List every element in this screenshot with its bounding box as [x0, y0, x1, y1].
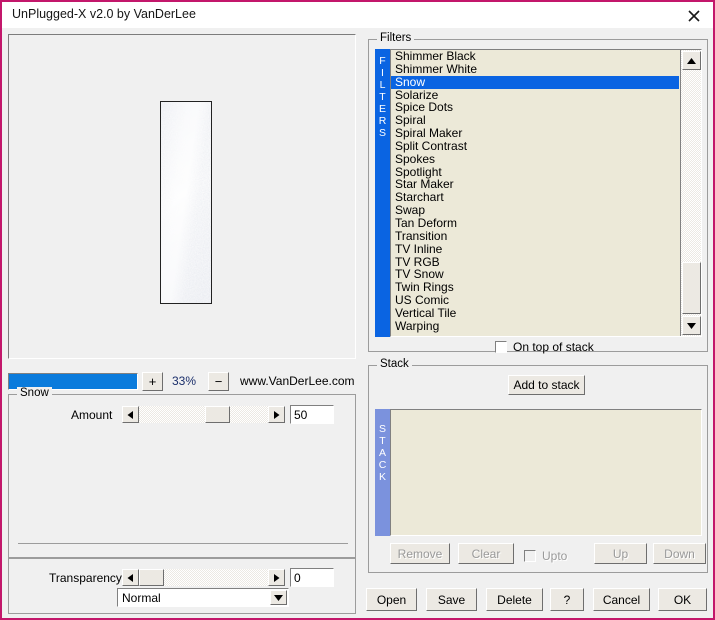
amount-label: Amount	[71, 408, 113, 422]
snow-group-label: Snow	[17, 387, 52, 399]
filter-list-item[interactable]: Shimmer Black	[391, 50, 679, 63]
amount-value-field[interactable]: 50	[290, 405, 334, 424]
application-window: UnPlugged-X v2.0 by VanDerLee + 33% − ww…	[0, 0, 715, 620]
title-bar: UnPlugged-X v2.0 by VanDerLee	[2, 2, 713, 28]
delete-button[interactable]: Delete	[486, 588, 543, 611]
save-button[interactable]: Save	[426, 588, 477, 611]
filters-vertical-label: FILTERS	[375, 49, 390, 337]
filter-list-item[interactable]: Spokes	[391, 152, 679, 166]
zoom-out-button[interactable]: −	[208, 372, 229, 391]
on-top-of-stack-row[interactable]: On top of stack	[495, 340, 594, 354]
stack-group: Stack Add to stack STACK Remove Clear Up…	[368, 358, 708, 573]
amount-slider-thumb[interactable]	[205, 406, 230, 423]
filter-list-item[interactable]: Transition	[391, 229, 679, 243]
filters-scrollbar[interactable]	[680, 50, 701, 336]
ok-button[interactable]: OK	[658, 588, 707, 611]
website-link[interactable]: www.VanDerLee.com	[240, 374, 355, 388]
remove-button[interactable]: Remove	[390, 543, 450, 564]
close-icon[interactable]	[683, 5, 705, 25]
preview-panel[interactable]	[8, 34, 356, 359]
filter-list-item[interactable]: Warping	[391, 319, 679, 333]
filter-list-item[interactable]: Tan Deform	[391, 217, 679, 230]
transparency-label: Transparency	[49, 571, 122, 585]
filters-scrollbar-thumb[interactable]	[682, 262, 701, 314]
filters-listbox[interactable]: Shimmer Black Shimmer White Snow Solarize Sp…	[390, 49, 702, 337]
transparency-value-field[interactable]: 0	[290, 568, 334, 587]
zoom-in-button[interactable]: +	[142, 372, 163, 391]
filter-list-item[interactable]: Vertical Tile	[391, 307, 679, 320]
add-to-stack-button[interactable]: Add to stack	[508, 375, 585, 395]
snow-settings-group: Snow Amount 50	[8, 387, 356, 559]
amount-slider-right-arrow[interactable]	[268, 406, 285, 423]
transparency-slider-left-arrow[interactable]	[122, 569, 139, 586]
filter-list-item[interactable]: Snow	[391, 75, 679, 89]
move-up-button[interactable]: Up	[594, 543, 647, 564]
filter-list-item[interactable]: Spice Dots	[391, 101, 679, 114]
window-title: UnPlugged-X v2.0 by VanDerLee	[12, 7, 196, 21]
filters-group-label: Filters	[377, 32, 415, 44]
preview-image	[160, 101, 212, 304]
chevron-down-icon[interactable]	[270, 590, 287, 605]
stack-group-label: Stack	[377, 358, 412, 370]
filter-list-item[interactable]: US Comic	[391, 294, 679, 307]
upto-checkbox[interactable]	[524, 550, 536, 562]
on-top-of-stack-label: On top of stack	[513, 340, 594, 354]
upto-label: Upto	[542, 549, 568, 563]
transparency-slider-right-arrow[interactable]	[268, 569, 285, 586]
open-button[interactable]: Open	[366, 588, 417, 611]
stack-vertical-label: STACK	[375, 409, 390, 536]
clear-button[interactable]: Clear	[458, 543, 514, 564]
cancel-button[interactable]: Cancel	[593, 588, 650, 611]
stack-listbox[interactable]	[390, 409, 702, 536]
snow-divider	[18, 543, 348, 544]
transparency-slider-thumb[interactable]	[139, 569, 164, 586]
filter-list-item[interactable]: Shimmer White	[391, 62, 679, 76]
filters-item-container: Shimmer Black Shimmer White Snow Solarize Sp…	[391, 50, 679, 333]
move-down-button[interactable]: Down	[653, 543, 706, 564]
help-button[interactable]: ?	[550, 588, 584, 611]
amount-slider-track[interactable]	[139, 406, 268, 423]
filter-list-item[interactable]: Split Contrast	[391, 140, 679, 153]
blend-mode-dropdown[interactable]: Normal	[117, 588, 289, 607]
on-top-of-stack-checkbox[interactable]	[495, 341, 507, 353]
filter-list-item[interactable]: Starchart	[391, 191, 679, 204]
amount-slider-left-arrow[interactable]	[122, 406, 139, 423]
zoom-level-value: 33%	[171, 374, 197, 388]
filters-group: Filters FILTERS Shimmer Black Shimmer Whi…	[368, 32, 708, 354]
filter-list-item[interactable]: TV Inline	[391, 242, 679, 256]
upto-row[interactable]: Upto	[524, 549, 567, 563]
blend-mode-value: Normal	[122, 591, 161, 605]
filter-list-item[interactable]: Spiral Maker	[391, 127, 679, 140]
amount-slider[interactable]	[122, 406, 285, 423]
scroll-up-icon[interactable]	[682, 51, 701, 70]
scroll-down-icon[interactable]	[682, 316, 701, 335]
transparency-slider[interactable]	[122, 569, 285, 586]
